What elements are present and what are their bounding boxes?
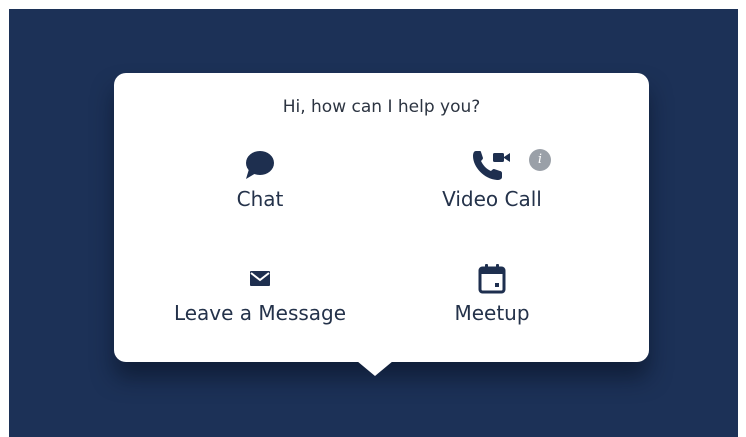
meetup-label: Meetup [454,301,530,325]
video-call-option[interactable]: Video Call [377,147,607,211]
leave-message-label: Leave a Message [173,301,347,325]
page-background: Hi, how can I help you? Chat Video Call … [9,9,738,437]
greeting-text: Hi, how can I help you? [282,97,481,117]
calendar-icon [478,264,506,294]
chat-label: Chat [236,187,284,211]
meetup-option[interactable]: Meetup [377,261,607,325]
chat-bubble-icon [246,151,274,179]
help-popup: Hi, how can I help you? Chat Video Call … [114,73,649,376]
chat-option[interactable]: Chat [145,147,375,211]
popup-pointer [357,361,393,376]
info-icon[interactable]: i [529,149,551,171]
video-call-icon [473,151,510,180]
video-call-label: Video Call [442,187,542,211]
leave-message-option[interactable]: Leave a Message [145,261,375,325]
envelope-icon [250,271,270,286]
